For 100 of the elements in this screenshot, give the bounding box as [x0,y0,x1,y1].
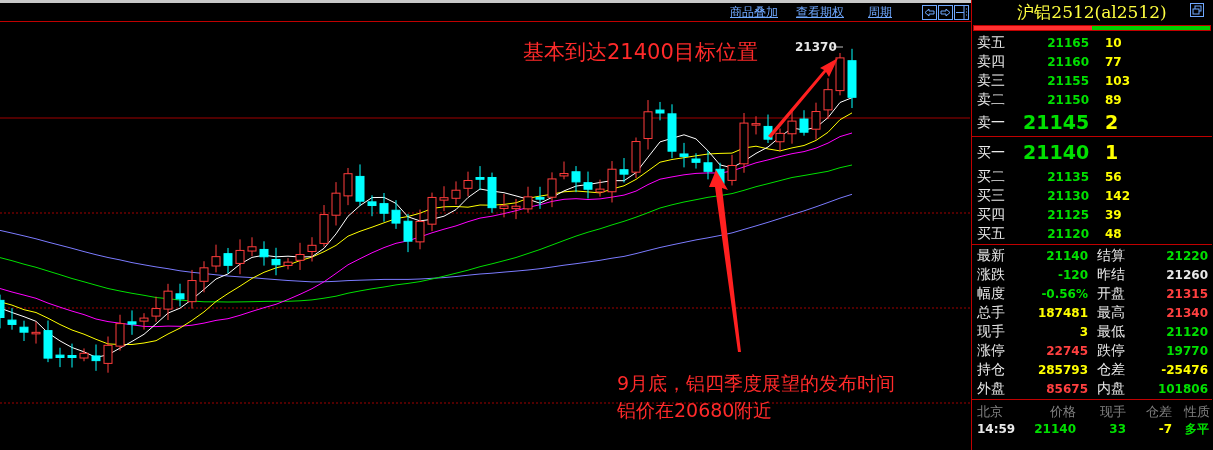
order-price: 21150 [1046,91,1089,109]
candlestick [499,193,509,218]
candlestick [55,347,65,368]
candlestick [775,128,785,152]
candlestick [415,209,425,250]
candlestick [811,102,821,141]
candlestick [367,194,377,217]
stat-label: 内盘 [1097,379,1125,398]
stat-label: 外盘 [977,379,1005,398]
order-level-label: 买四 [977,205,1006,224]
stat-label: 仓差 [1097,360,1125,379]
order-volume: 103 [1104,72,1132,90]
candlestick [571,165,581,193]
candlestick [79,347,89,362]
leader-line [831,46,844,48]
candlestick [751,115,761,135]
order-volume: 2 [1104,110,1120,135]
candlestick [139,312,149,331]
candlestick [259,240,269,267]
stat-label: 幅度 [977,284,1005,303]
order-price: 21130 [1046,187,1089,205]
candlestick [355,163,365,207]
candlestick [727,154,737,186]
toolbar-link[interactable]: 查看期权 [796,6,844,18]
stat-value: 21260 [1166,266,1208,284]
stat-value: 3 [1079,323,1088,341]
stat-label: 涨跌 [977,265,1005,284]
candlestick [295,242,305,271]
stat-label: 现手 [977,322,1005,341]
column-header: 价格 [1049,403,1077,421]
stat-value: 21220 [1166,247,1208,265]
chart-annotation: 9月底，铝四季度展望的发布时间 铝价在20680附近 [617,371,896,423]
stat-label: 最高 [1097,303,1125,322]
candlestick [199,260,209,293]
candlestick [127,309,137,336]
tick-time: 14:59 [976,421,1017,436]
stat-label: 涨停 [977,341,1005,360]
order-level-label: 卖五 [977,33,1006,52]
candlestick [631,137,641,179]
order-volume: 10 [1104,34,1123,52]
column-header: 北京 [976,403,1004,421]
order-level-label: 买五 [977,224,1006,243]
candlestick [31,321,41,345]
order-price: 21160 [1046,53,1089,71]
candlestick [439,185,449,212]
order-price: 21145 [1023,110,1089,135]
order-price: 21140 [1023,140,1089,165]
order-volume: 39 [1104,206,1123,224]
order-volume: 77 [1104,53,1123,71]
panel-toggle-icon[interactable] [954,4,969,20]
order-level-label: 卖一 [977,112,1006,132]
stat-value: -120 [1057,266,1088,284]
candlestick [607,160,617,203]
candlestick [379,192,389,223]
candlestick [583,171,593,199]
order-volume: 142 [1104,187,1132,205]
candlestick [595,179,605,198]
candlestick [391,199,401,230]
contract-title: 沪铝2512(al2512) [1017,0,1167,24]
order-volume: 89 [1104,91,1123,109]
candlestick [451,180,461,206]
stat-label: 最低 [1097,322,1125,341]
order-level-label: 买一 [977,142,1006,162]
candlestick [535,186,545,210]
candlestick [655,101,665,121]
candlestick [619,157,629,183]
order-price: 21120 [1046,225,1089,243]
tick-nature: 多平 [1184,421,1210,436]
candlestick [691,152,701,170]
candlestick [667,103,677,159]
order-level-label: 买三 [977,186,1006,205]
candlestick [679,142,689,168]
order-volume: 48 [1104,225,1123,243]
candlestick [235,238,245,275]
restore-icon[interactable] [1190,3,1204,17]
candlestick [91,344,101,372]
candlestick [427,192,437,232]
stat-value: 22745 [1046,342,1088,360]
candlestick [739,112,749,174]
candlestick [799,109,809,137]
stat-value: 21340 [1166,304,1208,322]
candlestick [319,204,329,248]
candlestick [223,247,233,274]
candlestick [151,296,161,323]
toolbar-link[interactable]: 周期 [868,6,892,18]
tick-volume: 33 [1108,421,1127,436]
order-price: 21155 [1046,72,1089,90]
order-level-label: 卖三 [977,71,1006,90]
candlestick [7,307,17,331]
stat-value: 19770 [1166,342,1208,360]
stat-label: 开盘 [1097,284,1125,303]
stat-value: -25476 [1161,361,1208,379]
stat-value: -0.56% [1041,285,1088,303]
stat-label: 结算 [1097,246,1125,265]
candlestick [511,198,521,220]
candlestick [475,165,485,191]
candlestick [403,213,413,253]
toolbar-link[interactable]: 商品叠加 [730,6,778,18]
candlestick [283,257,293,270]
chart-annotation: 基本到达21400目标位置 [523,42,758,63]
